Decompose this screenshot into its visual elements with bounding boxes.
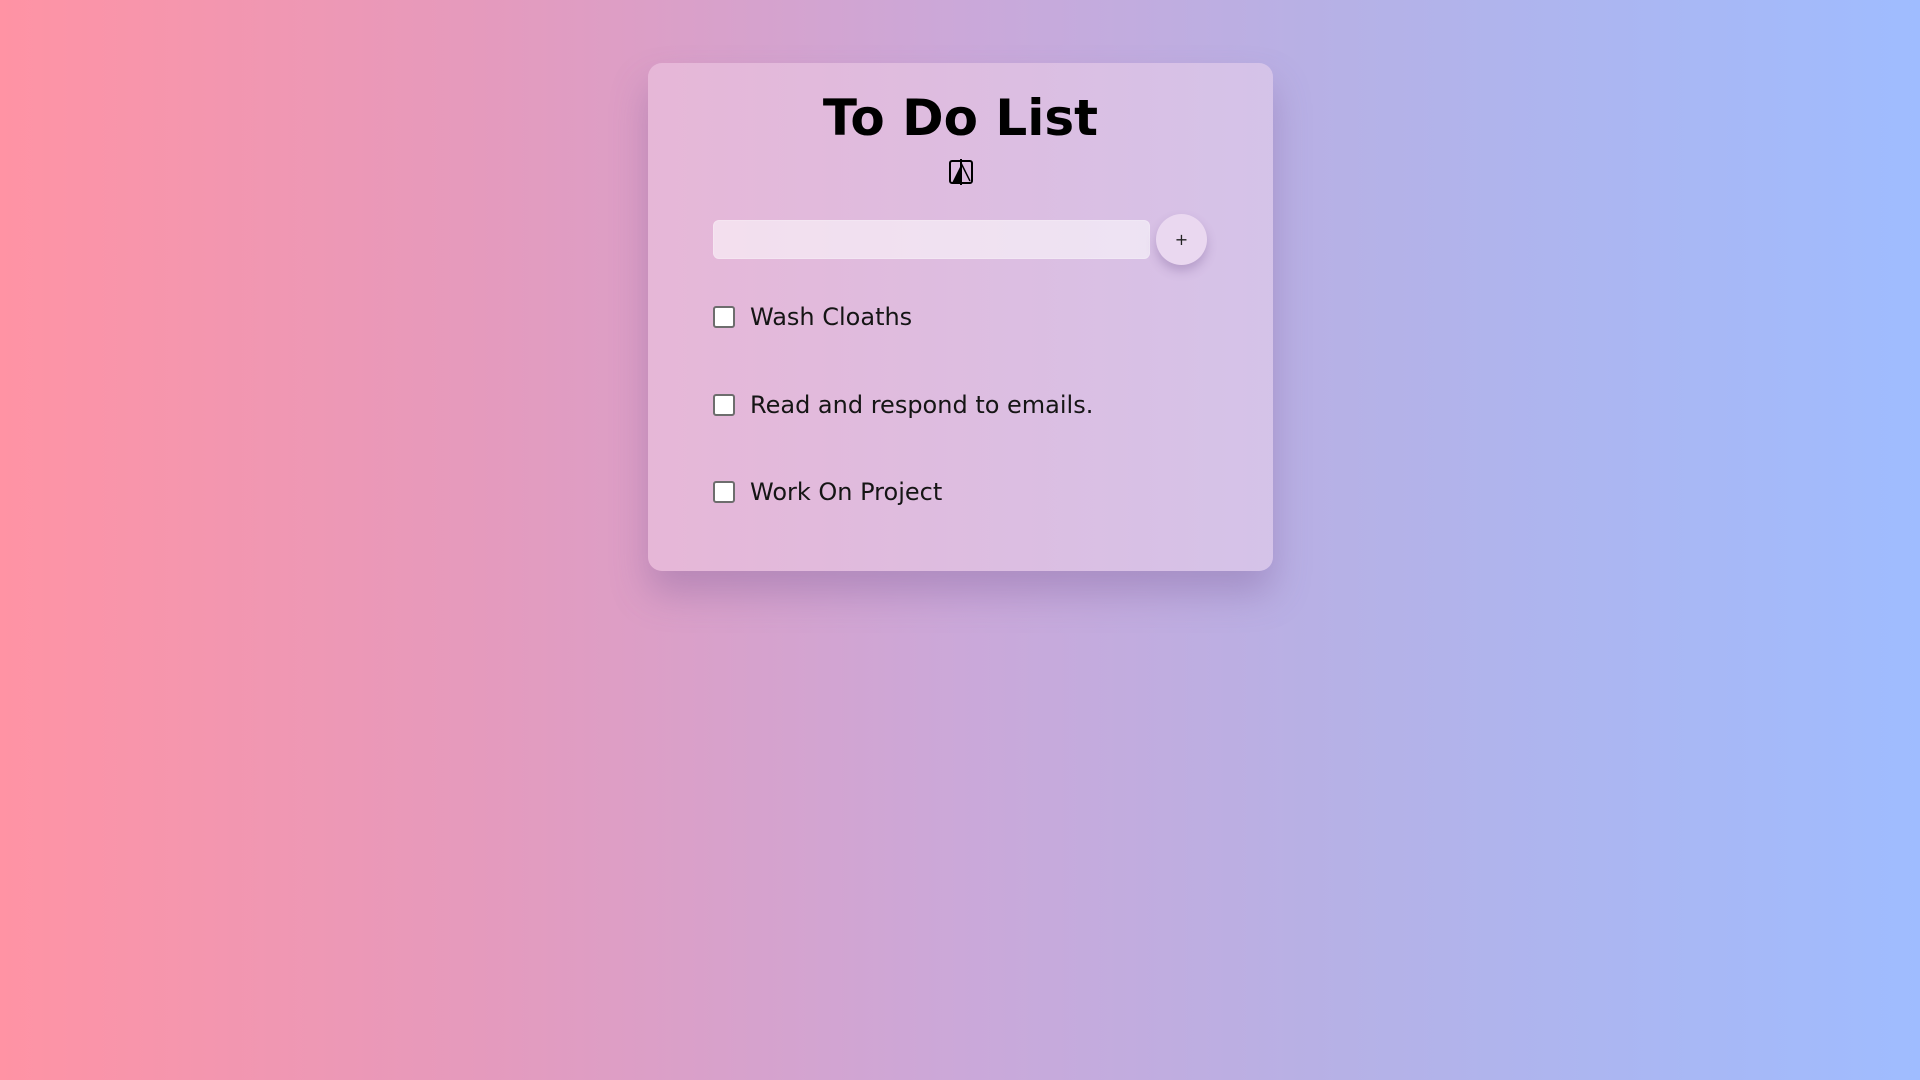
page-title: To Do List [822, 89, 1099, 147]
task-list: Wash Cloaths Read and respond to emails.… [713, 303, 1233, 566]
add-task-button[interactable]: + [1156, 214, 1207, 265]
list-item: Read and respond to emails. [713, 391, 1233, 478]
list-item: Wash Cloaths [713, 303, 1233, 391]
contrast-toggle-icon[interactable] [948, 159, 974, 185]
list-item: Work On Project [713, 478, 1233, 566]
task-label: Wash Cloaths [750, 303, 913, 331]
task-label: Work On Project [750, 478, 943, 506]
add-button-label: + [1174, 230, 1189, 249]
task-checkbox[interactable] [713, 394, 735, 416]
new-task-input[interactable] [713, 220, 1150, 259]
task-checkbox[interactable] [713, 306, 735, 328]
todo-card: To Do List + Wash Cloaths Read and respo… [648, 63, 1273, 571]
task-checkbox[interactable] [713, 481, 735, 503]
task-label: Read and respond to emails. [750, 391, 1094, 419]
